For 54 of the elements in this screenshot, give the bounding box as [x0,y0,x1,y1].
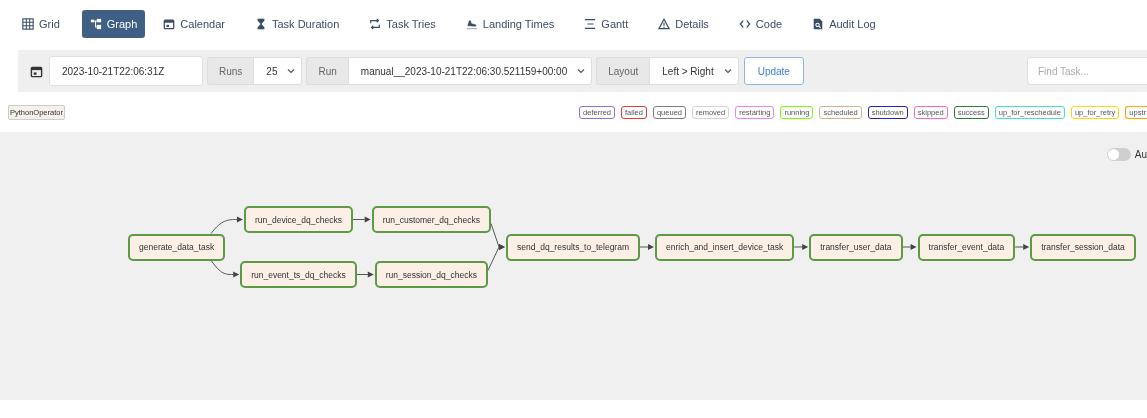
date-field[interactable]: 2023-10-21T22:06:31Z [49,56,203,86]
task-node[interactable]: transfer_event_data [917,233,1016,261]
arrow [902,244,917,250]
swap-arrows-icon [369,18,382,30]
task-node[interactable]: run_device_dq_checks [243,206,353,233]
view-tab[interactable]: Audit Log [804,10,884,38]
view-tab[interactable]: Gantt [576,10,637,38]
arrow [210,216,243,234]
task-node[interactable]: run_session_dq_checks [374,261,488,288]
task-node[interactable]: generate_data_task [128,233,226,261]
view-tab[interactable]: Grid [14,10,68,38]
arrow [210,260,240,278]
toggle-label: Au [1134,149,1147,160]
view-tab[interactable]: Graph [81,10,146,38]
document-search-icon [812,18,825,30]
view-tab[interactable]: Task Tries [361,10,444,38]
caret-icon [723,68,732,74]
view-tab[interactable]: Calendar [155,10,233,38]
warning-icon [658,18,671,30]
view-tab[interactable]: Task Duration [247,10,348,38]
arrow [1014,244,1030,250]
auto-refresh-toggle[interactable] [1106,148,1131,161]
find-task-field[interactable]: Find Task... [1027,57,1147,85]
hourglass-icon [255,18,267,30]
view-tab[interactable]: Code [730,10,791,38]
graph-icon [89,18,102,30]
calendar-icon [163,18,176,30]
run-select[interactable]: manual__2023-10-21T22:06:30.521159+00:00 [347,57,593,85]
task-node[interactable]: send_dq_results_to_telegram [506,233,640,261]
view-tab[interactable]: Details [650,10,717,38]
task-node[interactable]: transfer_user_data [809,233,903,261]
caret-icon [287,68,296,74]
field-label: Run [306,57,348,85]
task-node[interactable]: run_customer_dq_checks [371,206,491,233]
arrow [352,216,371,223]
field-label: Layout [596,57,650,85]
caret-icon [577,68,586,74]
task-node[interactable]: enrich_and_insert_device_task [655,233,795,261]
layout-select[interactable]: Left > Right [649,57,739,85]
arrow [639,244,654,250]
grid-icon [22,18,34,30]
arrow [793,244,809,250]
view-tab[interactable]: Landing Times [457,10,563,38]
task-node[interactable]: run_event_ts_dq_checks [240,261,357,288]
field-label: Runs [207,57,254,85]
code-icon [738,18,751,30]
arrow [356,271,374,278]
arrow [487,244,505,271]
update-button[interactable]: Update [743,57,804,85]
bars-icon [584,18,597,30]
plane-landing-icon [465,18,478,30]
calendar-icon [30,64,43,78]
runs-select[interactable]: 25 [253,57,303,85]
task-node[interactable]: transfer_session_data [1030,233,1136,261]
